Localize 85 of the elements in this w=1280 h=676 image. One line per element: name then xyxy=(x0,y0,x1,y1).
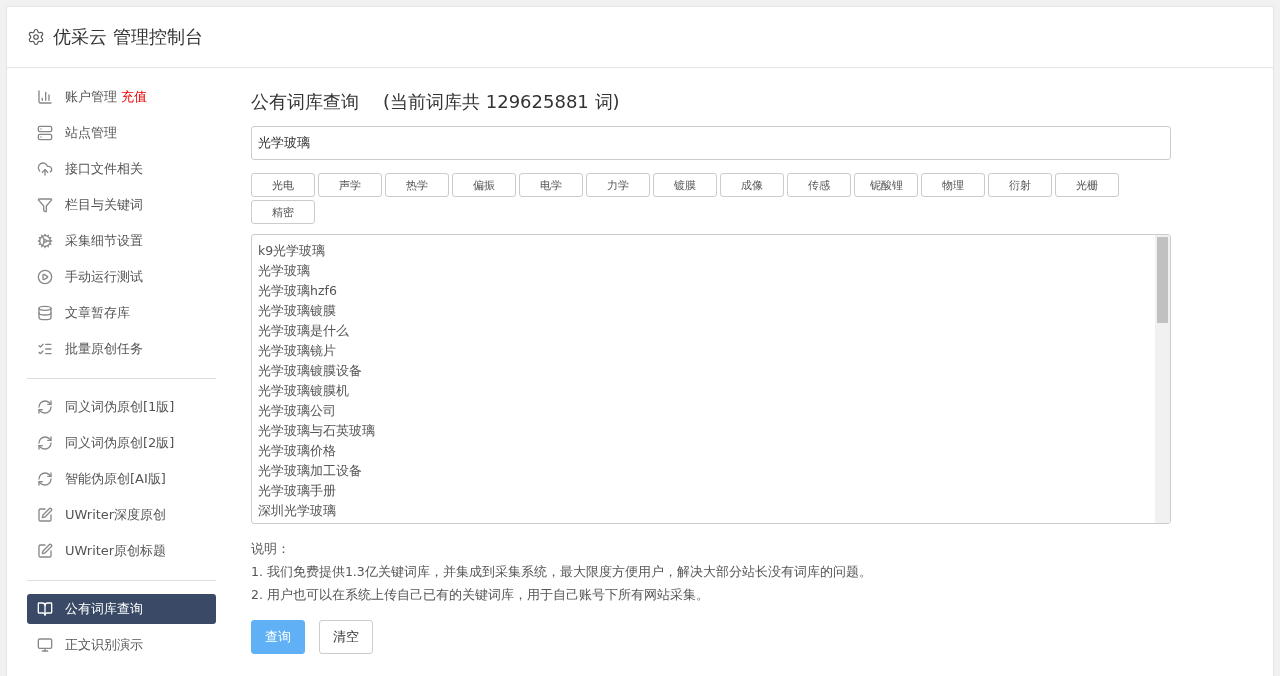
result-line: 光学玻璃手册 xyxy=(258,482,337,500)
server-icon xyxy=(37,125,53,141)
play-icon xyxy=(37,269,53,285)
tag-button[interactable]: 电学 xyxy=(519,173,583,197)
tag-button[interactable]: 热学 xyxy=(385,173,449,197)
tag-button[interactable]: 光电 xyxy=(251,173,315,197)
sidebar-item[interactable]: 智能伪原创[AI版] xyxy=(27,464,216,494)
result-line: 光学玻璃hzf6 xyxy=(258,282,338,300)
note-text: 1. 我们免费提供1.3亿关键词库，并集成到采集系统，最大限度方便用户，解决大部分站长没有词库的问题。 xyxy=(251,563,873,581)
sidebar-label: UWriter原创标题 xyxy=(65,542,167,560)
refresh-icon xyxy=(37,435,53,451)
result-line: 光学玻璃价格 xyxy=(258,442,337,460)
sidebar-item[interactable]: 同义词伪原创[2版] xyxy=(27,428,216,458)
sidebar-label: 手动运行测试 xyxy=(65,268,143,286)
book-icon xyxy=(37,601,53,617)
sidebar-label: 接口文件相关 xyxy=(65,160,143,178)
word-count: (当前词库共 129625881 词) xyxy=(383,90,620,114)
scrollbar[interactable] xyxy=(1155,235,1170,523)
edit-icon xyxy=(37,507,53,523)
sidebar-item[interactable]: 文章暂存库 xyxy=(27,298,216,328)
sidebar-label: 公有词库查询 xyxy=(65,600,143,618)
tag-button[interactable]: 衍射 xyxy=(988,173,1052,197)
tag-button[interactable]: 偏振 xyxy=(452,173,516,197)
sidebar-label: 批量原创任务 xyxy=(65,340,143,358)
sidebar-label: 文章暂存库 xyxy=(65,304,130,322)
tag-button[interactable]: 精密 xyxy=(251,200,315,224)
result-line: 光学玻璃镀膜机 xyxy=(258,382,350,400)
sidebar-item[interactable]: 接口文件相关 xyxy=(27,154,216,184)
result-line: 光学玻璃 xyxy=(258,262,311,280)
tag-button[interactable]: 成像 xyxy=(720,173,784,197)
sidebar-item[interactable]: 手动运行测试 xyxy=(27,262,216,292)
result-line: 光学玻璃加工设备 xyxy=(258,462,363,480)
sidebar-label: 栏目与关键词 xyxy=(65,196,143,214)
sidebar-label: 采集细节设置 xyxy=(65,232,143,250)
tag-button[interactable]: 声学 xyxy=(318,173,382,197)
sidebar-label: 站点管理 xyxy=(65,124,117,142)
gears-icon xyxy=(37,233,53,249)
tag-button[interactable]: 传感 xyxy=(787,173,851,197)
sidebar-item[interactable]: 采集细节设置 xyxy=(27,226,216,256)
search-field[interactable]: 光学玻璃 xyxy=(251,126,1171,160)
refresh-icon xyxy=(37,399,53,415)
sidebar-item[interactable]: 栏目与关键词 xyxy=(27,190,216,220)
result-line: k9光学玻璃 xyxy=(258,242,327,260)
tag-button[interactable]: 力学 xyxy=(586,173,650,197)
result-line: 深圳光学玻璃 xyxy=(258,502,337,520)
console-title: 优采云 管理控制台 xyxy=(53,25,203,49)
tag-button[interactable]: 镀膜 xyxy=(653,173,717,197)
page-title: 公有词库查询 xyxy=(251,90,359,114)
tag-button[interactable]: 铌酸锂 xyxy=(854,173,918,197)
filter-icon xyxy=(37,197,53,213)
sidebar-label: 智能伪原创[AI版] xyxy=(65,470,166,488)
checklist-icon xyxy=(37,341,53,357)
edit-icon xyxy=(37,543,53,559)
sidebar-item[interactable]: 正文识别演示 xyxy=(27,630,216,660)
cloud-upload-icon xyxy=(37,161,53,177)
result-line: 光学玻璃是什么 xyxy=(258,322,350,340)
bar-chart-icon xyxy=(37,89,53,105)
notes-title: 说明： xyxy=(251,540,291,558)
refresh-icon xyxy=(37,471,53,487)
database-icon xyxy=(37,305,53,321)
sidebar-label: 账户管理 充值 xyxy=(65,88,147,106)
sidebar-item[interactable]: 站点管理 xyxy=(27,118,216,148)
monitor-icon xyxy=(37,637,53,653)
sidebar-item[interactable]: 批量原创任务 xyxy=(27,334,216,364)
clear-button[interactable]: 清空 xyxy=(319,620,373,654)
sidebar-item[interactable]: UWriter深度原创 xyxy=(27,500,216,530)
sidebar-label: 正文识别演示 xyxy=(65,636,143,654)
recharge-link[interactable]: 充值 xyxy=(121,89,147,104)
result-line: 光学玻璃镜片 xyxy=(258,342,337,360)
sidebar-label: 同义词伪原创[1版] xyxy=(65,398,175,416)
sidebar-label: 同义词伪原创[2版] xyxy=(65,434,175,452)
note-text: 2. 用户也可以在系统上传自己已有的关键词库，用于自己账号下所有网站采集。 xyxy=(251,586,710,604)
result-line: 光学玻璃公司 xyxy=(258,402,337,420)
results-list[interactable]: k9光学玻璃 光学玻璃 光学玻璃hzf6 光学玻璃镀膜 光学玻璃是什么 光学玻璃镜片 光学玻璃镀膜设备 光学玻璃镀膜机 光学玻璃公司 光学玻璃与石英玻璃 光学玻璃价格 光学玻璃加工设备 光学玻璃手册 深圳光学玻璃 xyxy=(251,234,1171,524)
result-line: 光学玻璃镀膜 xyxy=(258,302,337,320)
sidebar-item[interactable]: 公有词库查询 xyxy=(27,594,216,624)
sidebar-item[interactable]: UWriter原创标题 xyxy=(27,536,216,566)
result-line: 光学玻璃镀膜设备 xyxy=(258,362,363,380)
tag-button[interactable]: 物理 xyxy=(921,173,985,197)
sidebar-item[interactable]: 账户管理 充值 xyxy=(27,82,216,112)
sidebar-label: UWriter深度原创 xyxy=(65,506,167,524)
sidebar-item[interactable]: 同义词伪原创[1版] xyxy=(27,392,216,422)
tag-button[interactable]: 光栅 xyxy=(1055,173,1119,197)
settings-icon xyxy=(27,28,45,46)
result-line: 光学玻璃与石英玻璃 xyxy=(258,422,376,440)
